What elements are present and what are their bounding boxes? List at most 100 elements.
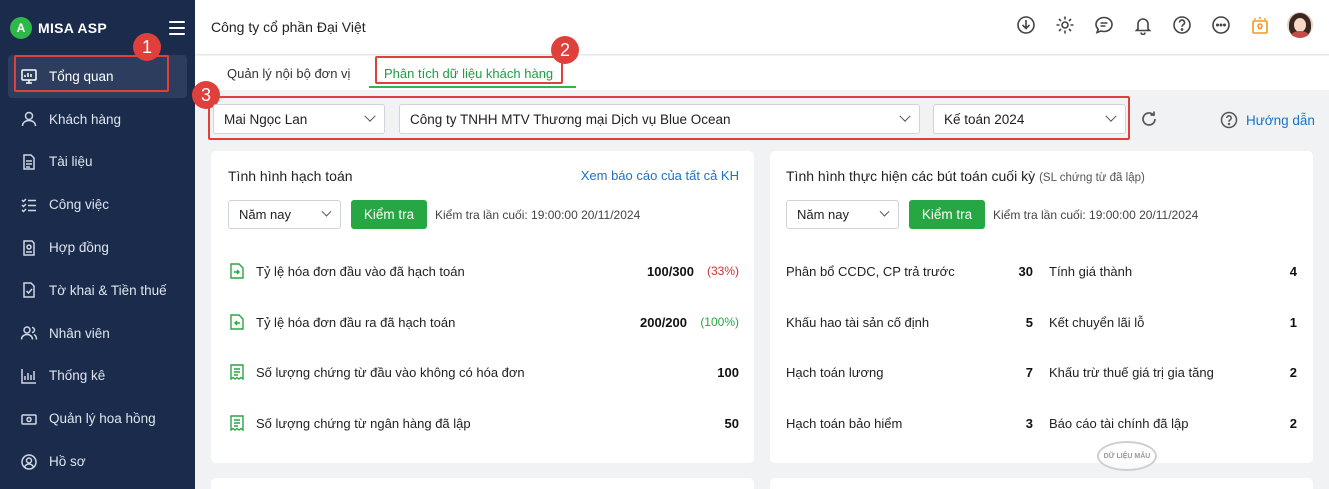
- document-icon: [20, 153, 38, 171]
- sidebar-item-customers[interactable]: Khách hàng: [0, 98, 195, 141]
- list-item: Số lượng chứng từ đầu vào không có hóa đ…: [230, 364, 525, 381]
- card-subtitle: (SL chứng từ đã lập): [1039, 172, 1145, 184]
- guide-link[interactable]: Hướng dẫn: [1220, 111, 1315, 129]
- period-select-value: Kế toán 2024: [944, 111, 1025, 127]
- last-check-text: Kiểm tra lần cuối: 19:00:00 20/11/2024: [435, 208, 641, 222]
- logo-row: A MISA ASP: [0, 0, 195, 55]
- row-label: Số lượng chứng từ ngân hàng đã lập: [256, 415, 471, 431]
- row-percent: (33%): [706, 264, 739, 278]
- list-item: Tính giá thành: [1049, 264, 1133, 279]
- sidebar-item-employees[interactable]: Nhân viên: [0, 312, 195, 355]
- chevron-down-icon: [899, 110, 911, 122]
- sidebar-item-tasks[interactable]: Công việc: [0, 183, 195, 226]
- row-value: 1: [1289, 315, 1297, 330]
- tax-declaration-icon: [20, 281, 38, 299]
- row-value: 2: [1289, 365, 1297, 380]
- sidebar-item-label: Thống kê: [49, 368, 106, 384]
- row-value: 4: [1289, 264, 1297, 279]
- chevron-down-icon: [321, 206, 332, 217]
- check-button[interactable]: Kiểm tra: [909, 200, 985, 229]
- lightbulb-icon[interactable]: [1249, 14, 1271, 36]
- refresh-icon[interactable]: [1139, 109, 1159, 129]
- annotation-badge-2: 2: [551, 36, 579, 64]
- row-percent: (100%): [700, 315, 739, 329]
- period-dropdown[interactable]: Năm nay: [786, 200, 899, 229]
- help-circle-icon: [1220, 111, 1238, 129]
- more-icon[interactable]: [1210, 14, 1232, 36]
- accounting-status-card: Tình hình hạch toán Xem báo cáo của tất …: [211, 151, 754, 463]
- monitor-icon: [20, 67, 38, 85]
- customer-select-value: Công ty TNHH MTV Thương mại Dịch vụ Blue…: [410, 111, 731, 127]
- tab-customer-data-analysis[interactable]: Phân tích dữ liệu khách hàng: [384, 66, 553, 81]
- sidebar-item-contracts[interactable]: Hợp đồng: [0, 226, 195, 269]
- card-title-text: Tình hình thực hiện các bút toán cuối kỳ: [786, 168, 1036, 184]
- list-item: Kết chuyển lãi lỗ: [1049, 315, 1145, 330]
- sidebar-item-commission[interactable]: Quản lý hoa hồng: [0, 397, 195, 440]
- card-title: Tình hình hạch toán: [228, 168, 353, 184]
- misa-logo-icon[interactable]: A: [10, 16, 32, 39]
- sidebar-item-documents[interactable]: Tài liệu: [0, 141, 195, 184]
- row-value: 3: [1025, 416, 1033, 431]
- list-item: Báo cáo tài chính đã lập: [1049, 416, 1189, 431]
- check-button[interactable]: Kiểm tra: [351, 200, 427, 229]
- employees-icon: [20, 324, 38, 342]
- row-value: 100/300: [647, 264, 694, 279]
- bell-icon[interactable]: [1132, 14, 1154, 36]
- user-icon: [20, 110, 38, 128]
- sidebar-item-label: Tờ khai & Tiền thuế: [49, 282, 167, 298]
- period-dropdown[interactable]: Năm nay: [228, 200, 341, 229]
- chevron-down-icon: [879, 206, 890, 217]
- next-card-right: [770, 478, 1313, 489]
- row-value: 50: [724, 416, 739, 431]
- view-all-customers-report-link[interactable]: Xem báo cáo của tất cả KH: [581, 168, 739, 183]
- list-item: Số lượng chứng từ ngân hàng đã lập: [230, 415, 471, 432]
- period-dropdown-value: Năm nay: [239, 207, 292, 222]
- annotation-badge-1: 1: [133, 33, 161, 61]
- active-tab-underline: [369, 86, 576, 88]
- tab-internal-management[interactable]: Quản lý nội bộ đơn vị: [227, 66, 350, 81]
- hamburger-menu-icon[interactable]: [169, 20, 185, 35]
- chevron-down-icon: [1105, 110, 1117, 122]
- contract-icon: [20, 239, 38, 257]
- profile-icon: [20, 453, 38, 471]
- row-label: Tỷ lệ hóa đơn đầu ra đã hạch toán: [256, 314, 456, 330]
- statistics-icon: [20, 367, 38, 385]
- commission-icon: [20, 410, 38, 428]
- row-value: 5: [1025, 315, 1033, 330]
- checklist-icon: [20, 196, 38, 214]
- sidebar-item-label: Hồ sơ: [49, 454, 86, 470]
- download-icon[interactable]: [1015, 14, 1037, 36]
- sidebar: A MISA ASP Tổng quan Khách hàng Tài liệu…: [0, 0, 195, 489]
- top-header: Công ty cổ phần Đại Việt: [195, 0, 1329, 55]
- receipt-icon: [230, 364, 244, 381]
- row-value: 7: [1025, 365, 1033, 380]
- row-value: 30: [1018, 264, 1033, 279]
- tab-bar: Quản lý nội bộ đơn vị Phân tích dữ liệu …: [195, 56, 1329, 90]
- sidebar-item-profile[interactable]: Hồ sơ: [0, 440, 195, 483]
- app-name[interactable]: MISA ASP: [38, 20, 107, 36]
- sidebar-item-tax-declaration[interactable]: Tờ khai & Tiền thuế: [0, 269, 195, 312]
- period-dropdown-value: Năm nay: [797, 207, 850, 222]
- sidebar-item-statistics[interactable]: Thống kê: [0, 355, 195, 398]
- employee-select[interactable]: Mai Ngọc Lan: [213, 104, 385, 134]
- sidebar-item-label: Hợp đồng: [49, 240, 109, 256]
- row-value: 2: [1289, 416, 1297, 431]
- list-item: Tỷ lệ hóa đơn đầu vào đã hạch toán: [230, 263, 465, 279]
- card-title: Tình hình thực hiện các bút toán cuối kỳ…: [786, 168, 1145, 184]
- list-item: Khấu trừ thuế giá trị gia tăng: [1049, 365, 1214, 380]
- company-title[interactable]: Công ty cổ phần Đại Việt: [211, 19, 366, 35]
- row-label: Tỷ lệ hóa đơn đầu vào đã hạch toán: [256, 263, 465, 279]
- list-item: Hạch toán lương: [786, 365, 884, 380]
- help-icon[interactable]: [1171, 14, 1193, 36]
- gear-icon[interactable]: [1054, 14, 1076, 36]
- customer-select[interactable]: Công ty TNHH MTV Thương mại Dịch vụ Blue…: [399, 104, 920, 134]
- invoice-in-icon: [230, 263, 244, 279]
- list-item: Khấu hao tài sản cố định: [786, 315, 930, 330]
- period-end-entries-card: Tình hình thực hiện các bút toán cuối kỳ…: [770, 151, 1313, 463]
- period-select[interactable]: Kế toán 2024: [933, 104, 1126, 134]
- avatar[interactable]: [1287, 12, 1313, 38]
- sidebar-item-overview[interactable]: Tổng quan: [8, 55, 187, 98]
- chevron-down-icon: [364, 110, 376, 122]
- chat-icon[interactable]: [1093, 14, 1115, 36]
- employee-select-value: Mai Ngọc Lan: [224, 111, 308, 127]
